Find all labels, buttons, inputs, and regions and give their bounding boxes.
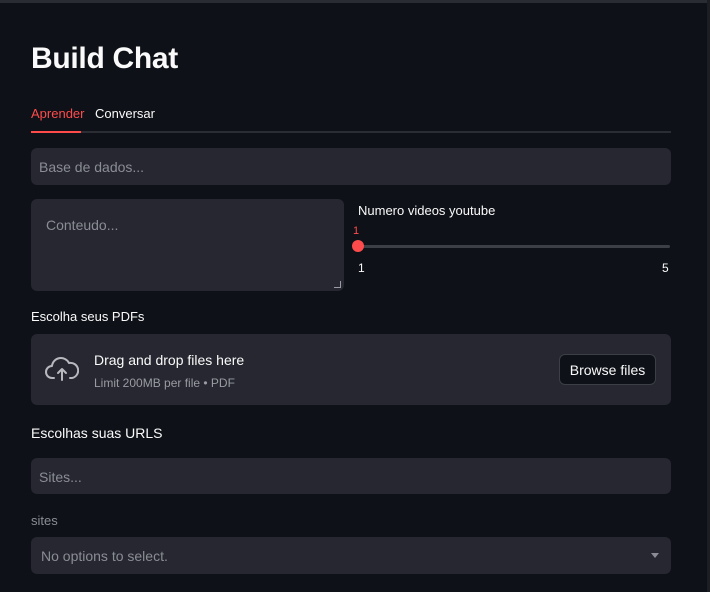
content-textarea[interactable]: Conteudo...: [31, 199, 344, 291]
sites-select-placeholder: No options to select.: [41, 548, 168, 564]
content-textarea-placeholder: Conteudo...: [46, 217, 119, 233]
tab-conversar[interactable]: Conversar: [95, 106, 155, 121]
urls-section-label: Escolhas suas URLS: [31, 425, 163, 441]
youtube-slider-min: 1: [358, 261, 365, 275]
tab-aprender[interactable]: Aprender: [31, 106, 84, 121]
resize-handle-icon[interactable]: [334, 281, 341, 288]
cloud-upload-icon: [45, 357, 79, 381]
youtube-slider-thumb[interactable]: [352, 240, 364, 252]
sites-select[interactable]: No options to select.: [31, 537, 671, 574]
page-title: Build Chat: [31, 42, 178, 75]
pdf-dropzone[interactable]: Drag and drop files here Limit 200MB per…: [31, 334, 671, 405]
youtube-slider-track[interactable]: [358, 245, 670, 248]
dropzone-title: Drag and drop files here: [94, 352, 245, 368]
sites-select-label: sites: [31, 513, 58, 528]
database-input-placeholder: Base de dados...: [39, 159, 145, 175]
pdf-uploader-label: Escolha seus PDFs: [31, 309, 145, 324]
browse-files-button[interactable]: Browse files: [559, 354, 656, 385]
top-border: [0, 0, 710, 3]
dropzone-limit: Limit 200MB per file • PDF: [94, 376, 235, 390]
sites-input[interactable]: Sites...: [31, 458, 671, 494]
tab-active-indicator: [31, 131, 81, 133]
tab-bar: Aprender Conversar: [31, 104, 671, 134]
database-input[interactable]: Base de dados...: [31, 148, 671, 185]
sites-input-placeholder: Sites...: [39, 469, 82, 485]
chevron-down-icon[interactable]: [651, 553, 659, 558]
youtube-slider-max: 5: [662, 261, 669, 275]
youtube-slider-label: Numero videos youtube: [358, 203, 496, 218]
youtube-slider-value: 1: [353, 225, 360, 237]
tab-divider: [31, 131, 671, 133]
